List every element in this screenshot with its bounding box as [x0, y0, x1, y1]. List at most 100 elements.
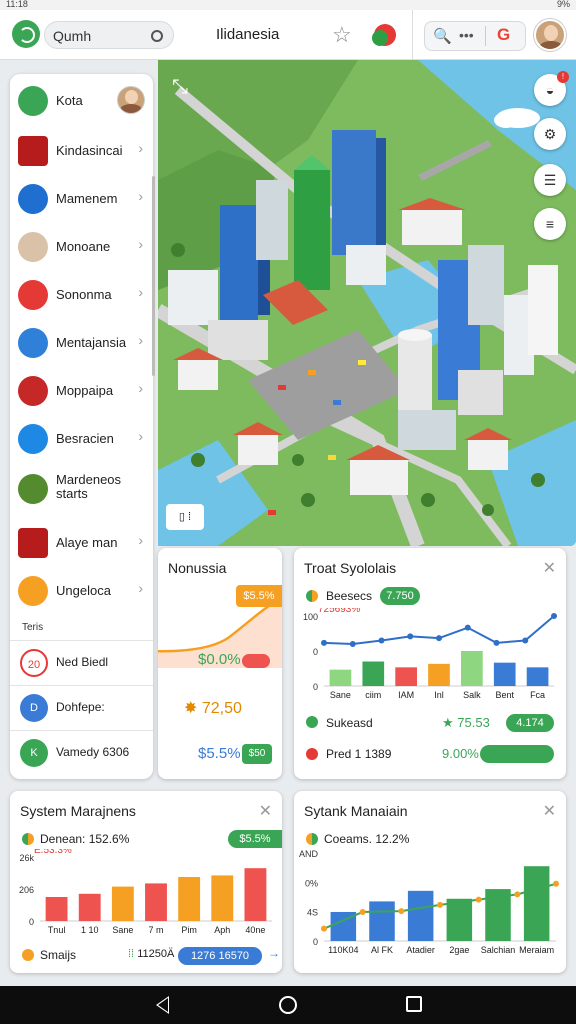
status-time: 11:18 [6, 0, 28, 9]
line-point[interactable] [493, 639, 500, 646]
line-point[interactable] [551, 613, 557, 619]
sidebar-item-mamenem[interactable]: Mamenem › [10, 174, 153, 222]
x-tick-label: Sane [330, 690, 351, 700]
list-item[interactable]: 20 Ned Biedl [10, 640, 153, 684]
line-point[interactable] [359, 908, 366, 915]
y-axis-caption: 725693% [318, 608, 360, 615]
trend-value-2: ✸ 72,50 [184, 700, 242, 717]
line-point[interactable] [437, 901, 443, 908]
close-icon[interactable]: ✕ [543, 558, 556, 578]
line-point[interactable] [321, 925, 327, 932]
x-tick-label: Inl [434, 690, 444, 700]
sidebar-item-mardeneos[interactable]: Mardeneos starts [10, 464, 153, 512]
sidebar-item-kindasincai[interactable]: Kindasincai › [10, 126, 153, 174]
search-field[interactable]: Qumh [44, 21, 174, 49]
bar[interactable] [493, 662, 516, 686]
line-point[interactable] [475, 896, 482, 903]
favorite-star-icon[interactable]: ☆ [332, 22, 352, 48]
sidebar-item-ungeloca[interactable]: Ungeloca › [10, 566, 153, 614]
trend-value-1: $0.0% [198, 651, 241, 668]
map-grid-toggle-icon[interactable]: ▯ ⁞ [166, 504, 204, 530]
line-point[interactable] [321, 639, 327, 646]
bar[interactable] [145, 883, 167, 921]
arrow-right-icon[interactable]: → [268, 946, 280, 960]
bar[interactable] [211, 875, 234, 921]
bar[interactable] [461, 651, 483, 686]
search-icon[interactable]: 🔍 [433, 27, 452, 45]
bar[interactable] [428, 663, 450, 686]
avatar[interactable] [117, 86, 145, 114]
sidebar-item-label: Mamenem [56, 191, 118, 206]
back-icon[interactable] [156, 996, 169, 1014]
close-icon[interactable]: ✕ [543, 801, 556, 821]
chevron-right-icon: › [138, 380, 143, 396]
map-list-button[interactable]: ≡ [534, 208, 566, 240]
bar[interactable] [369, 901, 395, 941]
city-map[interactable]: ⤡ ◒! ⚙ ☰ ≡ ▯ ⁞ [158, 60, 576, 546]
home-icon[interactable] [279, 996, 297, 1014]
line-point[interactable] [522, 637, 529, 644]
list-item[interactable]: D Dohfepe: [10, 685, 153, 729]
list-item[interactable]: K Vamedy 6306 [10, 730, 153, 774]
sidebar-scrollbar[interactable] [152, 176, 155, 376]
range-pill[interactable]: 1276 16570 [178, 947, 262, 965]
line-point[interactable] [464, 624, 471, 631]
bar[interactable] [111, 886, 134, 921]
google-icon[interactable]: G [497, 25, 510, 45]
chevron-right-icon: › [138, 284, 143, 300]
legend-label: Pred 1 1389 [326, 747, 392, 761]
bar[interactable] [446, 898, 473, 941]
bar[interactable] [362, 661, 385, 687]
user-avatar[interactable] [534, 19, 566, 51]
map-filter-button[interactable]: ⚙ [534, 118, 566, 150]
system-chart-card[interactable]: System Marajnens ✕ Denean: 152.6% $5.5% … [10, 791, 282, 973]
map-layers-button[interactable]: ◒! [534, 71, 569, 106]
sidebar-item-besracien[interactable]: Besracien › [10, 414, 153, 462]
top-app-bar: Qumh Ilidanesia ☆ 🔍 ••• G [0, 10, 576, 60]
list-item-icon: D [20, 694, 48, 722]
line-point[interactable] [378, 637, 385, 644]
map-collapse-icon[interactable]: ⤡ [172, 76, 188, 99]
sidebar-item-alaye-man[interactable]: Alaye man › [10, 518, 153, 566]
sidebar-item-sononma[interactable]: Sononma › [10, 270, 153, 318]
x-tick-label: Pim [181, 925, 197, 935]
bar[interactable] [178, 877, 201, 921]
x-tick-label: Fca [530, 690, 545, 700]
close-icon[interactable]: ✕ [259, 801, 272, 821]
app-logo-icon[interactable] [12, 20, 40, 48]
line-point[interactable] [349, 641, 356, 647]
chevron-right-icon: › [138, 580, 143, 596]
x-tick-label: 2gae [449, 945, 469, 955]
bar[interactable] [45, 897, 68, 921]
legend-value: ★ 75.53 [442, 715, 490, 730]
bar[interactable] [523, 866, 550, 941]
traffic-chart-card[interactable]: Troat Syololais ✕ Beesecs 7.750 100 0 0 725… [294, 548, 566, 779]
sidebar-item-label: Sononma [56, 287, 112, 302]
status-dot-icon[interactable] [372, 24, 396, 46]
sidebar-item-mentajansia[interactable]: Mentajansia › [10, 318, 153, 366]
line-point[interactable] [436, 635, 442, 642]
sidebar-tab-label[interactable]: Teris [22, 622, 43, 633]
bar[interactable] [526, 667, 549, 686]
sytank-chart-card[interactable]: Sytank Manaiain ✕ Coeams. 12.2% AND 0% 4S 0… [294, 791, 566, 973]
more-icon[interactable]: ••• [459, 27, 474, 43]
sidebar-item-kota[interactable]: Kota [10, 76, 153, 124]
map-menu-button[interactable]: ☰ [534, 164, 566, 196]
search-box[interactable]: 🔍 ••• G [424, 21, 526, 51]
sidebar-item-monoane[interactable]: Monoane › [10, 222, 153, 270]
search-clear-icon[interactable] [151, 30, 163, 42]
bar[interactable] [407, 890, 434, 941]
sidebar-item-label: Mentajansia [56, 335, 127, 350]
sidebar-item-moppaipa[interactable]: Moppaipa › [10, 366, 153, 414]
bar[interactable] [244, 868, 267, 921]
line-point[interactable] [514, 891, 521, 898]
bar[interactable] [78, 893, 101, 921]
bar[interactable] [395, 667, 417, 686]
trend-card[interactable]: Nonussia $5.5% $0.0% ✸ 72,50 $5.5% $50 [158, 548, 282, 779]
bar[interactable] [329, 669, 352, 686]
line-point[interactable] [407, 633, 414, 640]
recents-icon[interactable] [406, 996, 422, 1012]
line-point[interactable] [553, 880, 559, 887]
legend-dot-icon [22, 833, 34, 845]
line-point[interactable] [398, 908, 405, 915]
